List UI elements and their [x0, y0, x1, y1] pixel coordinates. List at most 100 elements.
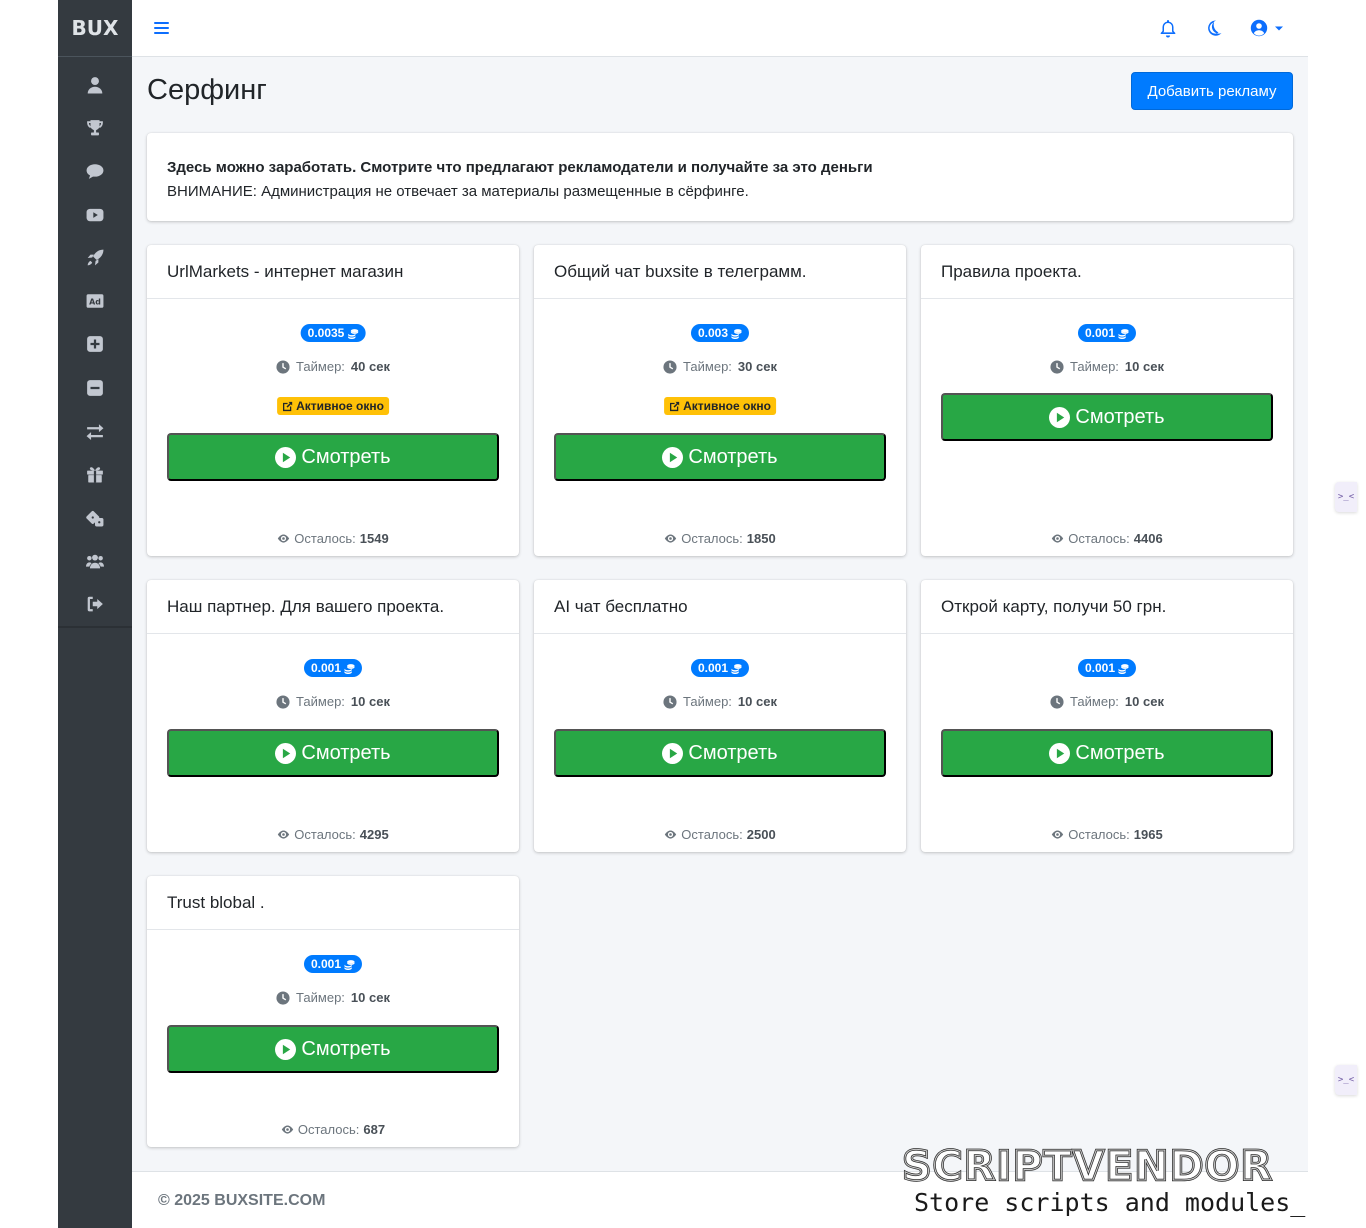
play-circle-icon [275, 446, 297, 468]
ad-card-title[interactable]: AI чат бесплатно [534, 580, 906, 634]
add-ad-button[interactable]: Добавить рекламу [1131, 72, 1293, 110]
timer-label: Таймер: [1070, 694, 1119, 709]
sidebar-item-games[interactable] [58, 496, 132, 539]
dice-icon [86, 510, 104, 527]
ad-card: Наш партнер. Для вашего проекта. 0.001 Тай… [147, 580, 519, 852]
clock-icon [663, 694, 677, 709]
coins-icon [731, 663, 742, 674]
eye-icon [1052, 534, 1064, 543]
watch-button[interactable]: Смотреть [554, 729, 886, 777]
reward-amount: 0.001 [310, 661, 342, 675]
eye-icon [1052, 830, 1064, 839]
clock-icon [1050, 694, 1064, 709]
clock-icon [276, 990, 290, 1005]
eye-icon [665, 830, 677, 839]
menu-icon[interactable] [153, 19, 170, 37]
clock-icon [1050, 359, 1064, 374]
timer-label: Таймер: [683, 359, 732, 374]
timer-value: 10 сек [350, 694, 390, 709]
ad-card-title[interactable]: Наш партнер. Для вашего проекта. [147, 580, 519, 634]
remaining-label: Осталось: [1068, 531, 1130, 546]
active-window-label: Активное окно [296, 399, 384, 413]
sidebar-item-withdraw[interactable] [58, 366, 132, 409]
comments-icon [86, 164, 104, 180]
watch-label: Смотреть [1075, 741, 1165, 764]
timer-label: Таймер: [296, 359, 345, 374]
sidebar-item-profile[interactable] [58, 63, 132, 106]
remaining-label: Осталось: [681, 531, 743, 546]
info-notice: Здесь можно заработать. Смотрите что пре… [147, 133, 1293, 221]
ad-card: Общий чат buxsite в телеграмм. 0.003 Тайме… [534, 245, 906, 556]
remaining-value: 1549 [359, 531, 389, 546]
sign-out-icon [87, 596, 103, 612]
floating-side-tab[interactable]: >_< [1335, 482, 1357, 512]
caret-down-icon[interactable] [1273, 18, 1285, 38]
remaining-views: Осталось: 4295 [147, 827, 519, 842]
user-circle-icon[interactable] [1250, 18, 1268, 38]
sidebar: BUX Ad [58, 0, 132, 1228]
moon-icon[interactable] [1205, 18, 1223, 38]
ad-card-title[interactable]: Открой карту, получи 50 грн. [921, 580, 1293, 634]
watch-button[interactable]: Смотреть [941, 393, 1273, 441]
reward-amount: 0.003 [697, 326, 729, 340]
remaining-value: 2500 [746, 827, 776, 842]
ad-card-title[interactable]: Общий чат buxsite в телеграмм. [534, 245, 906, 299]
eye-icon [665, 534, 677, 543]
external-link-icon [283, 401, 293, 411]
watch-button[interactable]: Смотреть [167, 433, 499, 481]
user-icon [87, 76, 103, 94]
reward-amount: 0.001 [697, 661, 729, 675]
watch-label: Смотреть [301, 1037, 391, 1060]
sidebar-item-referrals[interactable] [58, 539, 132, 582]
ad-timer: Таймер: 30 сек [534, 359, 906, 374]
play-circle-icon [662, 446, 684, 468]
sidebar-item-bonus[interactable] [58, 453, 132, 496]
watch-button[interactable]: Смотреть [941, 729, 1273, 777]
remaining-value: 1965 [1133, 827, 1163, 842]
reward-badge: 0.001 [1077, 659, 1137, 677]
coins-icon [347, 328, 358, 339]
timer-value: 10 сек [1124, 359, 1164, 374]
footer-copyright: © 2025 BUXSITE.COM [158, 1192, 326, 1209]
play-circle-icon [662, 742, 684, 764]
active-window-badge: Активное окно [277, 397, 389, 415]
sidebar-item-chat[interactable] [58, 150, 132, 193]
sidebar-item-ads[interactable]: Ad [58, 279, 132, 322]
timer-value: 10 сек [737, 694, 777, 709]
ad-timer: Таймер: 10 сек [534, 694, 906, 709]
remaining-label: Осталось: [681, 827, 743, 842]
notice-headline: Здесь можно заработать. Смотрите что пре… [167, 159, 873, 176]
watch-button[interactable]: Смотреть [554, 433, 886, 481]
sidebar-bottom-edge [58, 626, 132, 628]
remaining-views: Осталось: 1850 [534, 531, 906, 546]
ad-icon: Ad [86, 294, 104, 308]
remaining-views: Осталось: 1549 [147, 531, 519, 546]
sidebar-item-deposit[interactable] [58, 323, 132, 366]
ad-timer: Таймер: 10 сек [147, 990, 519, 1005]
ad-card-body: 0.001 Таймер: 10 сек Смотреть Осталось: 1965 [921, 634, 1293, 851]
ad-card: Trust blobal . 0.001 Таймер: 10 сек Смотреть… [147, 876, 519, 1147]
rocket-icon [87, 249, 104, 266]
watch-button[interactable]: Смотреть [167, 729, 499, 777]
floating-side-tab[interactable]: >_< [1335, 1065, 1357, 1095]
brand-logo[interactable]: BUX [58, 0, 132, 57]
watch-button[interactable]: Смотреть [167, 1025, 499, 1073]
ad-card-body: 0.001 Таймер: 10 сек Смотреть Осталось: 4406 [921, 299, 1293, 555]
sidebar-item-rating[interactable] [58, 106, 132, 149]
sidebar-item-surfing[interactable] [58, 236, 132, 279]
sidebar-item-video[interactable] [58, 193, 132, 236]
notice-warning: ВНИМАНИЕ: Администрация не отвечает за м… [167, 183, 749, 200]
remaining-label: Осталось: [294, 827, 356, 842]
ad-card-title[interactable]: Trust blobal . [147, 876, 519, 930]
sidebar-item-exchange[interactable] [58, 409, 132, 452]
timer-label: Таймер: [296, 990, 345, 1005]
remaining-label: Осталось: [1068, 827, 1130, 842]
reward-amount: 0.001 [1084, 326, 1116, 340]
reward-badge: 0.003 [690, 324, 750, 342]
bell-icon[interactable] [1159, 18, 1177, 38]
sidebar-item-logout[interactable] [58, 583, 132, 626]
ad-card-title[interactable]: UrlMarkets - интернет магазин [147, 245, 519, 299]
timer-value: 10 сек [1124, 694, 1164, 709]
timer-value: 30 сек [737, 359, 777, 374]
ad-card-title[interactable]: Правила проекта. [921, 245, 1293, 299]
